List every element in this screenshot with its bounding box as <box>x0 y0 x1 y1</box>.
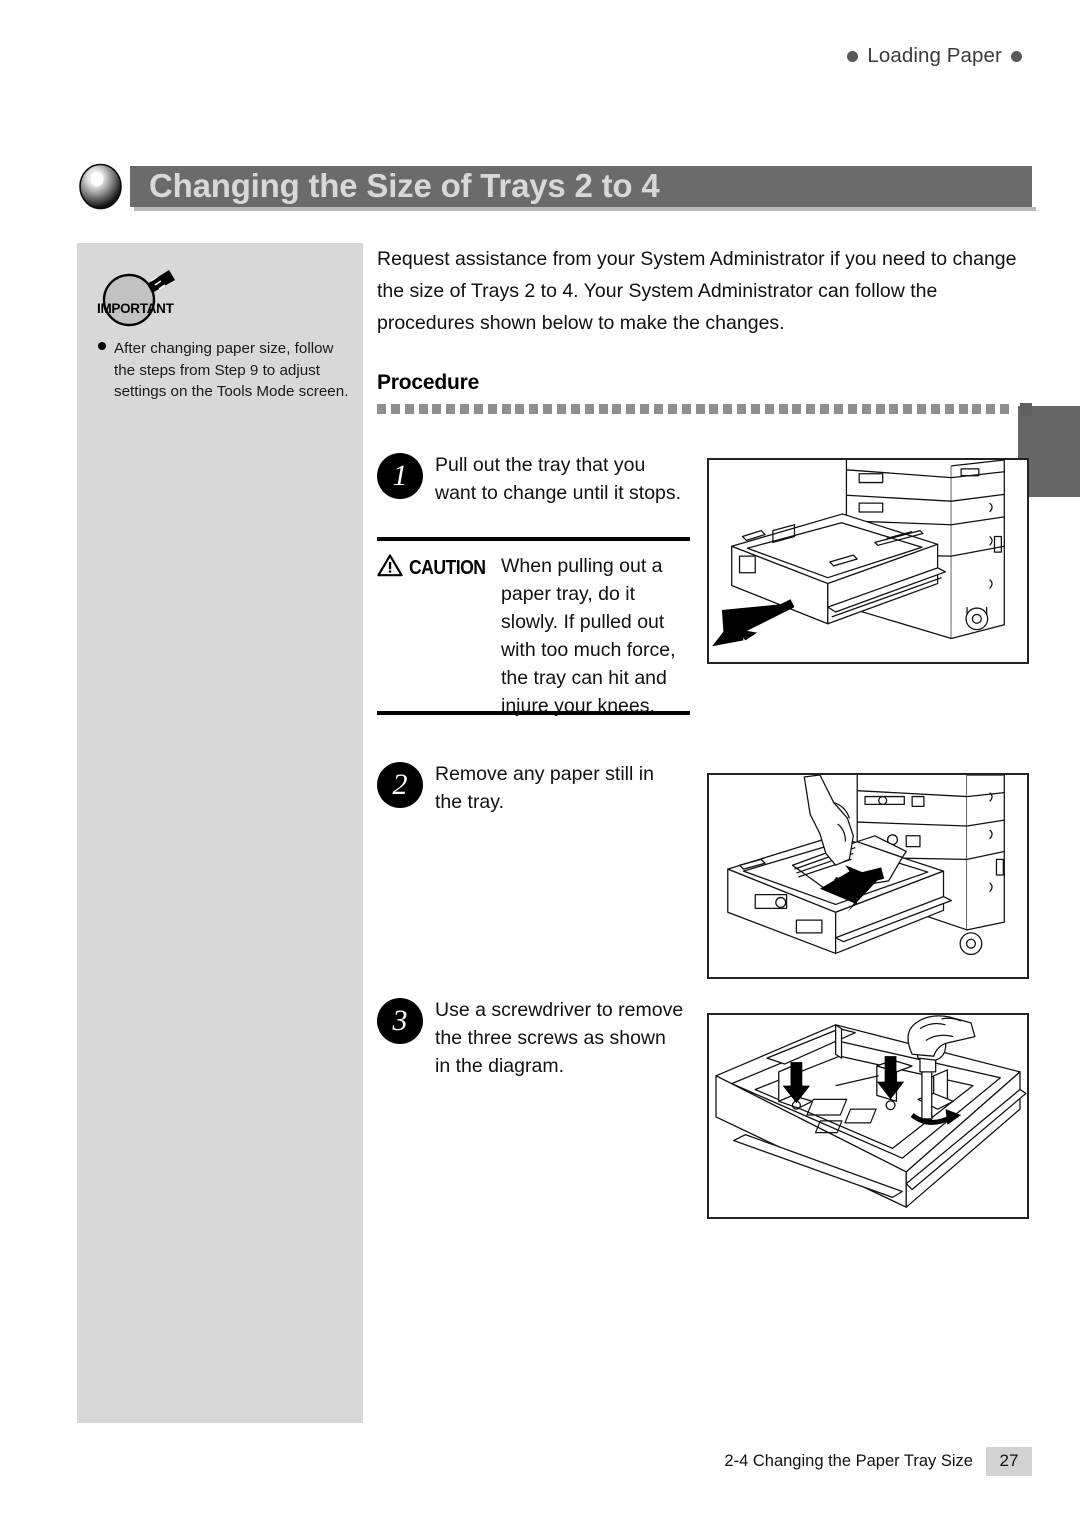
rule-square <box>833 404 843 414</box>
section-title-band: Changing the Size of Trays 2 to 4 <box>77 163 1036 211</box>
step-number-badge: 3 <box>377 998 423 1044</box>
rule-square <box>377 404 386 414</box>
important-note-text: After changing paper size, follow the st… <box>98 338 350 403</box>
important-label: IMPORTANT <box>97 301 174 316</box>
rule-square <box>944 404 954 414</box>
rule-square <box>1000 404 1010 414</box>
rule-square <box>806 404 816 414</box>
rule-square <box>626 404 636 414</box>
step-3-text: Use a screwdriver to remove the three sc… <box>435 999 684 1077</box>
rule-square <box>972 404 982 414</box>
rule-square <box>737 404 747 414</box>
rule-square <box>917 404 927 414</box>
important-note-body: After changing paper size, follow the st… <box>114 340 349 400</box>
rule-square <box>543 404 553 414</box>
rule-square <box>861 404 871 414</box>
caution-box: CAUTION When pulling out a paper tray, d… <box>377 537 690 717</box>
sidebar-note-panel: IMPORTANT After changing paper size, fol… <box>77 243 363 1423</box>
rule-square <box>847 404 857 414</box>
rule-square <box>460 404 470 414</box>
bullet-dot-icon <box>98 342 106 350</box>
step-number-badge: 2 <box>377 762 423 808</box>
procedure-heading: Procedure <box>377 371 480 394</box>
title-bar-shadow <box>134 207 1036 211</box>
running-header: Loading Paper <box>847 44 1022 68</box>
step-number-badge: 1 <box>377 453 423 499</box>
page-footer: 2-4 Changing the Paper Tray Size 27 <box>0 1447 1080 1476</box>
rule-square <box>501 404 511 414</box>
rule-square <box>584 404 594 414</box>
rule-endcap <box>1020 403 1032 416</box>
running-header-title: Loading Paper <box>867 44 1002 67</box>
rule-square <box>889 404 899 414</box>
rule-square <box>723 404 733 414</box>
rule-square <box>764 404 774 414</box>
intro-paragraph: Request assistance from your System Admi… <box>377 248 1017 334</box>
rule-square <box>640 404 650 414</box>
rule-square <box>792 404 802 414</box>
footer-section-title: 2-4 Changing the Paper Tray Size <box>724 1452 973 1470</box>
tray-pulled-out-figure <box>707 458 1029 664</box>
rule-square <box>557 404 567 414</box>
rule-square <box>529 404 539 414</box>
rule-square <box>750 404 760 414</box>
caution-text: When pulling out a paper tray, do it slo… <box>501 555 676 717</box>
remove-paper-figure <box>707 773 1029 979</box>
bullet-dot-icon <box>847 50 859 62</box>
rule-square <box>653 404 663 414</box>
page-number: 27 <box>986 1447 1032 1476</box>
rule-square <box>778 404 788 414</box>
rule-square <box>515 404 525 414</box>
rule-square <box>695 404 705 414</box>
page-title: Changing the Size of Trays 2 to 4 <box>149 167 660 204</box>
rule-square <box>875 404 885 414</box>
rule-square <box>903 404 913 414</box>
rule-square <box>432 404 442 414</box>
warning-triangle-icon <box>377 554 403 582</box>
rule-square <box>446 404 456 414</box>
rule-square <box>930 404 940 414</box>
rule-square <box>598 404 608 414</box>
rule-square <box>487 404 497 414</box>
rule-square <box>390 404 400 414</box>
rule-square <box>612 404 622 414</box>
rule-square <box>958 404 968 414</box>
caution-label: CAUTION <box>409 556 486 579</box>
caution-label-group: CAUTION <box>377 554 496 582</box>
rule-square <box>570 404 580 414</box>
remove-screws-figure <box>707 1013 1029 1219</box>
rule-square <box>681 404 691 414</box>
rule-square <box>986 404 996 414</box>
step-1-text: Pull out the tray that you want to chang… <box>435 454 682 504</box>
sphere-bullet-icon <box>77 163 124 210</box>
rule-square <box>709 404 719 414</box>
rule-square <box>473 404 483 414</box>
bullet-dot-icon <box>1011 50 1022 62</box>
rule-square <box>418 404 428 414</box>
rule-square <box>820 404 830 414</box>
dotted-square-rule <box>377 403 1032 416</box>
rule-square <box>404 404 414 414</box>
magnifier-icon <box>95 268 189 328</box>
step-2-text: Remove any paper still in the tray. <box>435 763 654 813</box>
rule-square <box>667 404 677 414</box>
